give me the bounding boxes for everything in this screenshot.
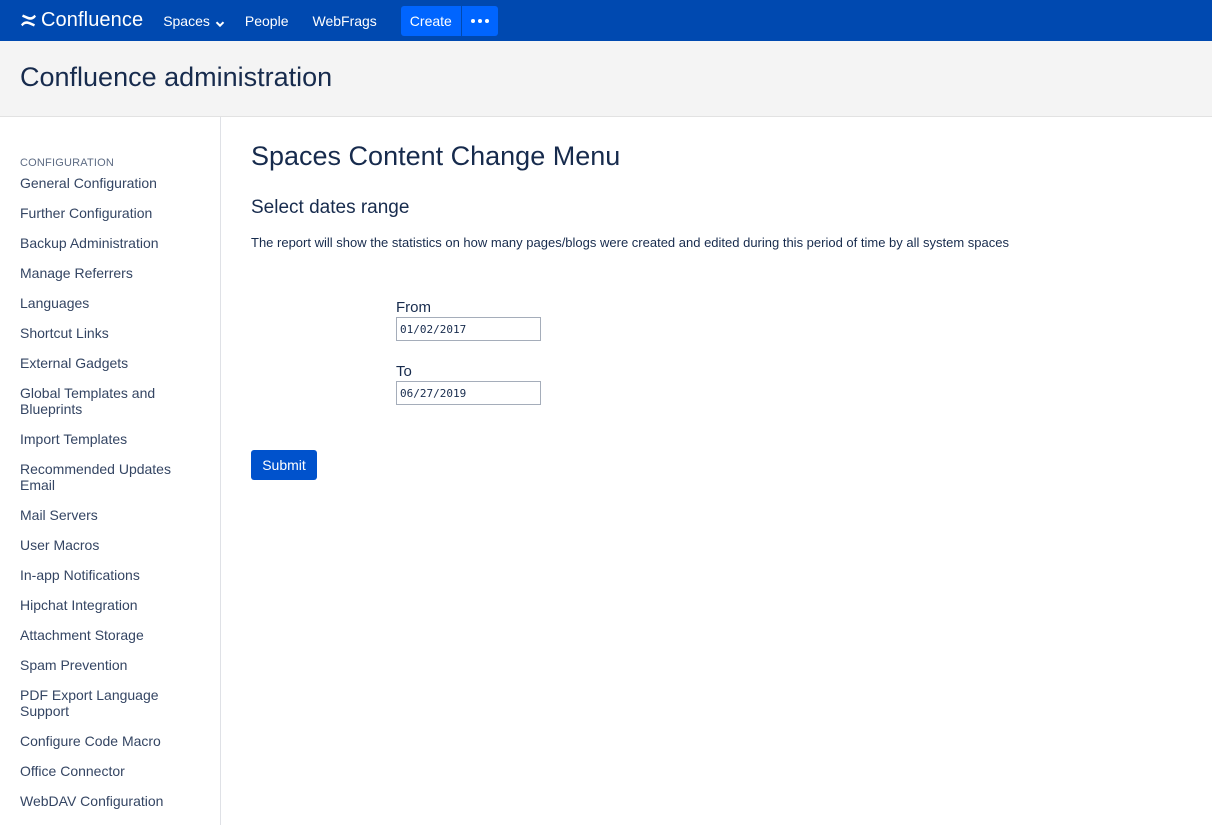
admin-header: Confluence administration bbox=[0, 41, 1212, 117]
from-date-input[interactable]: 01/02/2017 bbox=[396, 317, 541, 341]
logo-text: Confluence bbox=[41, 9, 144, 31]
page-title: Spaces Content Change Menu bbox=[251, 141, 621, 171]
sidebar-item-user-macros[interactable]: User Macros bbox=[20, 530, 190, 560]
nav-people-label: People bbox=[244, 12, 289, 29]
nav-spaces-label: Spaces bbox=[163, 12, 210, 29]
admin-sidebar: CONFIGURATION General Configuration Furt… bbox=[0, 117, 221, 825]
ellipsis-icon bbox=[470, 18, 489, 23]
sidebar-item-hipchat-integration[interactable]: Hipchat Integration bbox=[20, 590, 190, 620]
chevron-down-icon bbox=[215, 16, 225, 27]
nav-webfrags-link[interactable]: WebFrags bbox=[312, 0, 376, 41]
sidebar-item-shortcut-links[interactable]: Shortcut Links bbox=[20, 318, 190, 348]
sidebar-item-general-configuration[interactable]: General Configuration bbox=[20, 170, 190, 198]
sidebar-item-in-app-notifications[interactable]: In-app Notifications bbox=[20, 560, 190, 590]
sidebar-item-attachment-storage[interactable]: Attachment Storage bbox=[20, 620, 190, 650]
nav-webfrags-label: WebFrags bbox=[312, 12, 377, 29]
from-label: From bbox=[396, 299, 431, 316]
nav-people-link[interactable]: People bbox=[245, 0, 289, 41]
admin-title: Confluence administration bbox=[20, 62, 333, 92]
sidebar-heading-configuration: CONFIGURATION bbox=[20, 157, 115, 169]
section-title: Select dates range bbox=[251, 197, 410, 218]
sidebar-item-recommended-updates-email[interactable]: Recommended Updates Email bbox=[20, 454, 190, 500]
sidebar-item-office-connector[interactable]: Office Connector bbox=[20, 756, 190, 786]
sidebar-item-global-templates[interactable]: Global Templates and Blueprints bbox=[20, 378, 190, 424]
create-button-label: Create bbox=[409, 12, 452, 29]
report-description: The report will show the statistics on h… bbox=[251, 235, 1009, 250]
sidebar-item-further-configuration[interactable]: Further Configuration bbox=[20, 198, 190, 228]
to-label: To bbox=[396, 363, 412, 380]
confluence-logo[interactable]: Confluence bbox=[20, 0, 143, 41]
confluence-logo-icon bbox=[20, 12, 37, 29]
sidebar-item-external-gadgets[interactable]: External Gadgets bbox=[20, 348, 190, 378]
sidebar-list: General Configuration Further Configurat… bbox=[20, 170, 220, 816]
sidebar-item-mail-servers[interactable]: Mail Servers bbox=[20, 500, 190, 530]
sidebar-item-manage-referrers[interactable]: Manage Referrers bbox=[20, 258, 190, 288]
sidebar-item-pdf-export-language-support[interactable]: PDF Export Language Support bbox=[20, 680, 190, 726]
to-date-input[interactable]: 06/27/2019 bbox=[396, 381, 541, 405]
sidebar-item-webdav-configuration[interactable]: WebDAV Configuration bbox=[20, 786, 190, 816]
nav-spaces-dropdown[interactable]: Spaces bbox=[163, 0, 225, 41]
more-options-button[interactable] bbox=[461, 5, 498, 36]
sidebar-item-spam-prevention[interactable]: Spam Prevention bbox=[20, 650, 190, 680]
submit-button[interactable]: Submit bbox=[251, 450, 317, 480]
sidebar-item-configure-code-macro[interactable]: Configure Code Macro bbox=[20, 726, 190, 756]
create-button[interactable]: Create bbox=[400, 5, 461, 36]
sidebar-item-import-templates[interactable]: Import Templates bbox=[20, 424, 190, 454]
top-navigation-bar: Confluence Spaces People WebFrags Create bbox=[0, 0, 1212, 41]
sidebar-item-backup-administration[interactable]: Backup Administration bbox=[20, 228, 190, 258]
sidebar-item-languages[interactable]: Languages bbox=[20, 288, 190, 318]
